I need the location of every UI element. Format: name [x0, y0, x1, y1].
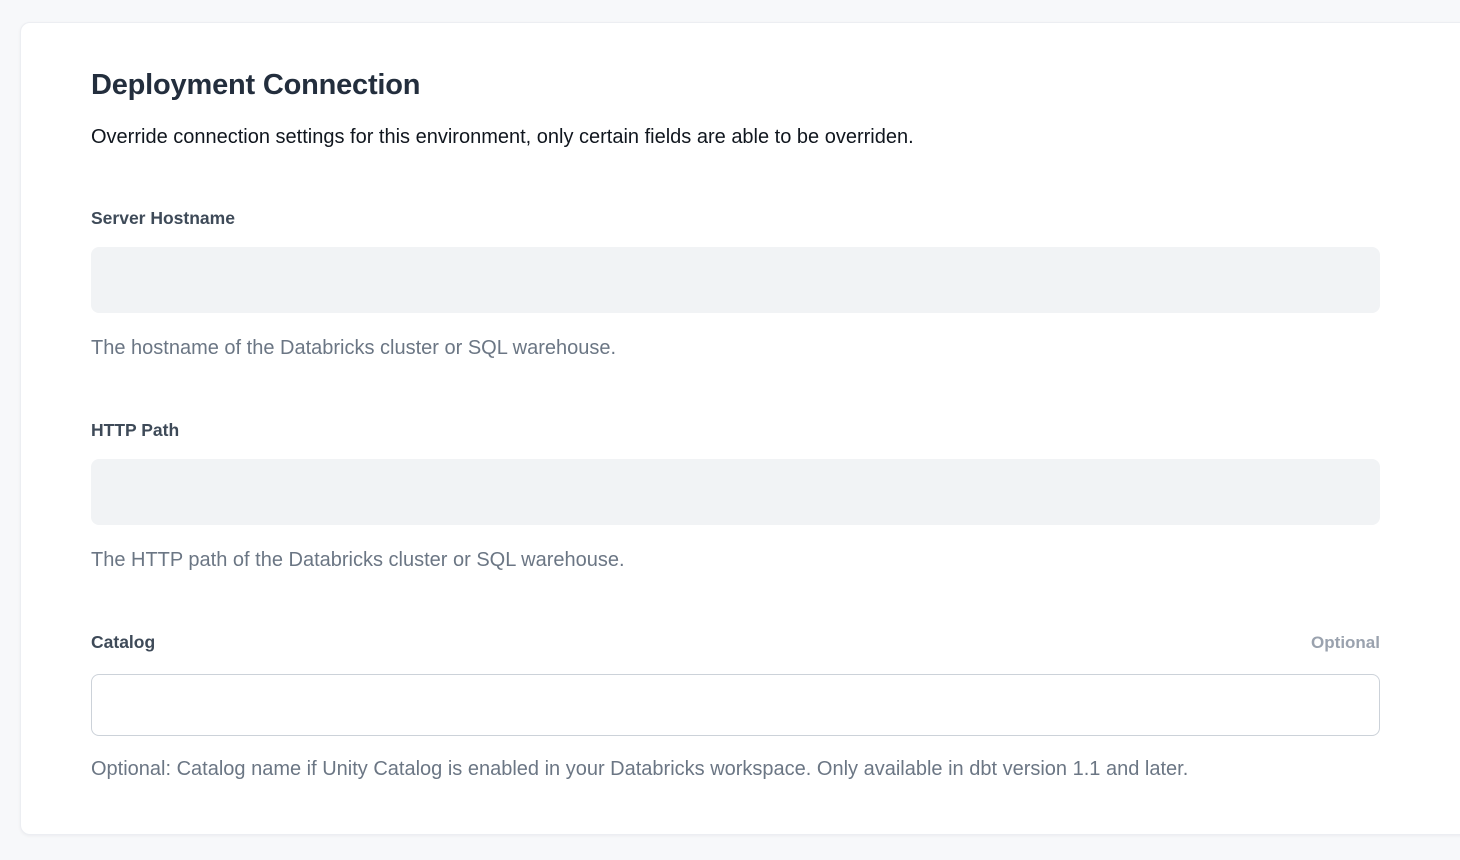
- page-title: Deployment Connection: [91, 68, 1380, 102]
- server-hostname-helper-text: The hostname of the Databricks cluster o…: [91, 335, 1380, 361]
- page-subtitle: Override connection settings for this en…: [91, 125, 1380, 150]
- catalog-helper-text: Optional: Catalog name if Unity Catalog …: [91, 756, 1380, 782]
- catalog-optional-badge: Optional: [1311, 632, 1380, 654]
- server-hostname-field-group: Server Hostname The hostname of the Data…: [91, 207, 1380, 361]
- http-path-label: HTTP Path: [91, 419, 179, 441]
- http-path-helper-text: The HTTP path of the Databricks cluster …: [91, 547, 1380, 573]
- http-path-input: [91, 459, 1380, 525]
- deployment-connection-card: Deployment Connection Override connectio…: [20, 22, 1460, 835]
- catalog-field-group: Catalog Optional Optional: Catalog name …: [91, 631, 1380, 782]
- server-hostname-input: [91, 247, 1380, 313]
- http-path-field-group: HTTP Path The HTTP path of the Databrick…: [91, 419, 1380, 573]
- catalog-label: Catalog: [91, 631, 155, 653]
- server-hostname-label: Server Hostname: [91, 207, 235, 229]
- catalog-input[interactable]: [91, 674, 1380, 736]
